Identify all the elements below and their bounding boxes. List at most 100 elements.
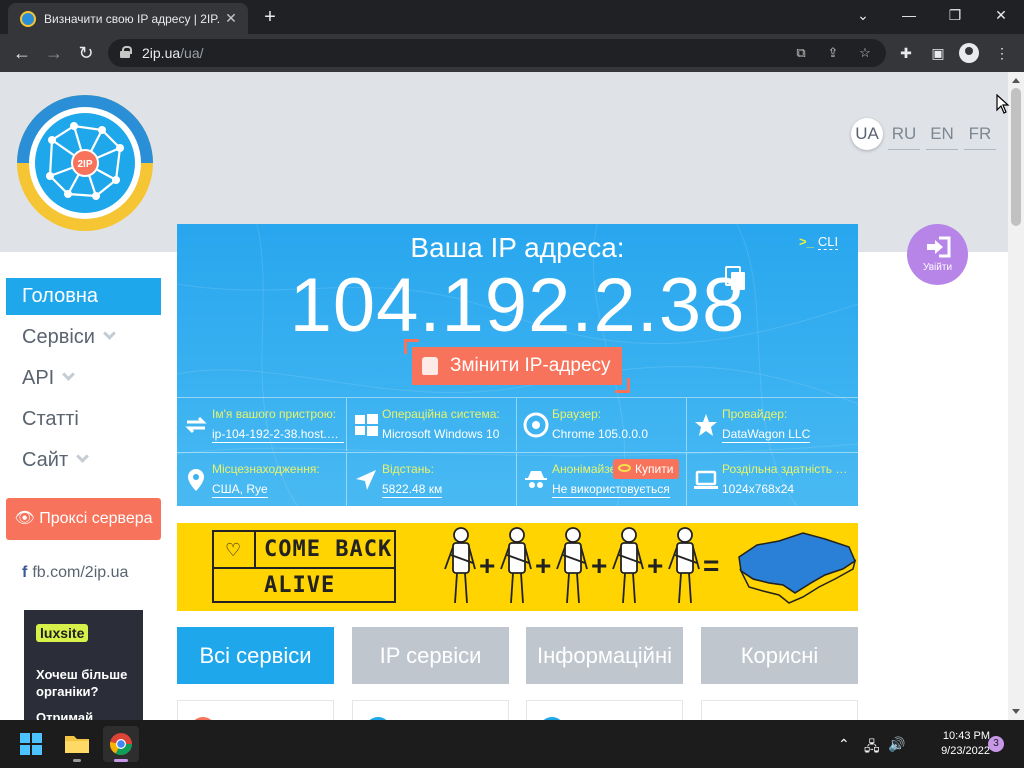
more-menu-icon[interactable]: ⋮ [992,43,1012,63]
login-button[interactable]: Увійти [907,224,968,285]
lock-icon[interactable] [120,46,132,58]
tab-informational[interactable]: Інформаційні [526,627,683,684]
sidebar-menu: Головна Сервіси API Статті Сайт [6,278,161,483]
translate-icon[interactable]: ⧉ [792,44,810,62]
chevron-down-icon [62,368,76,381]
ip-info-grid: Ім'я вашого пристрою: ip-104-192-2-38.ho… [177,397,858,506]
buy-anonymizer-button[interactable]: Купити [613,459,680,479]
minimize-button[interactable]: — [886,0,932,30]
service-card[interactable] [177,700,334,720]
copy-icon[interactable] [725,266,747,292]
svg-text:+: + [479,550,495,581]
heart-icon: ♡ [225,540,242,560]
sidebar-ad[interactable]: luxsite Хочеш більше органіки? Отримай [24,610,143,720]
tab-all-services[interactable]: Всі сервіси [177,627,334,684]
ad-headline: Хочеш більше органіки? [36,667,128,699]
menu-item-site[interactable]: Сайт [6,442,161,479]
page-viewport: 2IP UA RU EN FR Головна Сервіси API Стат… [0,72,1008,720]
spy-icon [525,471,547,488]
come-back-alive-banner[interactable]: ♡ COME BACK ALIVE + + + + = [177,523,858,611]
service-card[interactable] [701,700,858,720]
lang-ua[interactable]: UA [851,118,883,150]
page-scrollbar[interactable] [1008,72,1024,720]
url-text[interactable]: 2ip.ua/ua/ [142,45,204,61]
start-button[interactable] [20,733,42,755]
distance-link[interactable]: 5822.48 км [382,482,443,498]
tab-search-chevron-icon[interactable]: ⌄ [840,0,886,30]
svg-text:=: = [703,550,719,581]
provider-link[interactable]: DataWagon LLC [722,427,811,443]
cli-link[interactable]: >_ CLI [799,234,839,250]
terminal-prompt-icon: >_ [799,234,814,249]
side-panel-icon[interactable]: ▣ [928,43,948,63]
menu-item-home[interactable]: Головна [6,278,161,315]
browser-tab[interactable]: Визначити свою IP адресу | 2IP.ua ✕ [8,3,248,34]
facebook-link[interactable]: f fb.com/2ip.ua [22,564,128,582]
close-window-button[interactable]: ✕ [978,0,1024,30]
ip-label: Ваша IP адреса: [410,232,625,263]
profile-avatar[interactable] [959,43,979,63]
folder-icon [65,736,89,753]
chrome-icon [523,412,549,438]
windows-taskbar: ⌃ 🖧 🔊 10:43 PM 9/23/2022 3 [0,720,1024,768]
info-os: Операційна система: Microsoft Windows 10 [347,397,517,451]
svg-text:+: + [647,550,663,581]
share-icon[interactable]: ⇪ [824,44,842,62]
file-explorer-button[interactable] [59,726,95,762]
service-card[interactable] [526,700,683,720]
forward-button[interactable]: → [42,41,66,65]
info-distance: Відстань: 5822.48 км [347,452,517,506]
ip-address[interactable]: 104.192.2.38 [177,262,858,349]
laptop-icon [694,470,718,489]
info-anonymizer: Анонімайзер: Не використовується Купити [517,452,687,506]
tab-ip-services[interactable]: IP сервіси [352,627,509,684]
sign-in-icon [927,236,951,258]
mouse-cursor-icon [996,94,1010,114]
browser-toolbar: ← → ↻ 2ip.ua/ua/ ⧉ ⇪ ☆ ✚ ▣ ⋮ [0,34,1024,72]
device-name-link[interactable]: ip-104-192-2-38.host.datawagon.net [212,427,344,443]
info-device-name: Ім'я вашого пристрою: ip-104-192-2-38.ho… [177,397,347,451]
logo-text: 2IP [77,159,92,170]
address-bar[interactable]: 2ip.ua/ua/ ⧉ ⇪ ☆ [108,39,886,67]
tray-overflow-chevron-icon[interactable]: ⌃ [838,736,850,753]
system-clock[interactable]: 10:43 PM 9/23/2022 [912,729,990,759]
tab-useful[interactable]: Корисні [701,627,858,684]
site-logo[interactable]: 2IP [12,90,158,236]
location-link[interactable]: США, Rye [212,482,268,498]
volume-icon[interactable]: 🔊 [888,736,905,753]
cba-logo: ♡ COME BACK ALIVE [212,530,396,603]
info-provider: Провайдер: DataWagon LLC [687,397,858,451]
reload-button[interactable]: ↻ [74,41,98,65]
tab-title: Визначити свою IP адресу | 2IP.ua [44,12,220,26]
menu-item-services[interactable]: Сервіси [6,319,161,356]
lang-en[interactable]: EN [926,118,958,150]
scrollbar-thumb[interactable] [1011,88,1021,226]
proxy-servers-button[interactable]: 👁 Проксі сервера [6,498,161,540]
close-tab-icon[interactable]: ✕ [222,9,240,27]
ad-brand: luxsite [36,624,89,642]
scroll-down-arrow-icon[interactable] [1012,709,1020,714]
ad-cta: Отримай [36,710,94,720]
service-card[interactable] [352,700,509,720]
lang-ru[interactable]: RU [888,118,920,150]
scroll-up-arrow-icon[interactable] [1012,78,1020,83]
menu-item-api[interactable]: API [6,360,161,397]
svg-text:+: + [535,550,551,581]
extensions-puzzle-icon[interactable]: ✚ [896,43,916,63]
chrome-taskbar-button[interactable] [103,726,139,762]
chevron-down-icon [76,450,89,463]
new-tab-button[interactable]: + [258,5,282,29]
lang-fr[interactable]: FR [964,118,996,150]
site-favicon-icon [20,11,36,27]
menu-item-articles[interactable]: Статті [6,401,161,438]
ip-card: Ваша IP адреса: 104.192.2.38 >_ CLI Зміни… [177,224,858,506]
network-icon[interactable]: 🖧 [864,736,880,760]
refresh-icon [185,416,207,434]
soldiers-equals-ukraine-illustration: + + + + = [444,527,857,604]
anonymizer-link[interactable]: Не використовується [552,482,670,498]
bookmark-star-icon[interactable]: ☆ [856,44,874,62]
notification-badge[interactable]: 3 [988,736,1004,752]
change-ip-button[interactable]: Змінити IP-адресу [404,339,630,393]
restore-button[interactable]: ❐ [932,0,978,30]
back-button[interactable]: ← [10,41,34,65]
